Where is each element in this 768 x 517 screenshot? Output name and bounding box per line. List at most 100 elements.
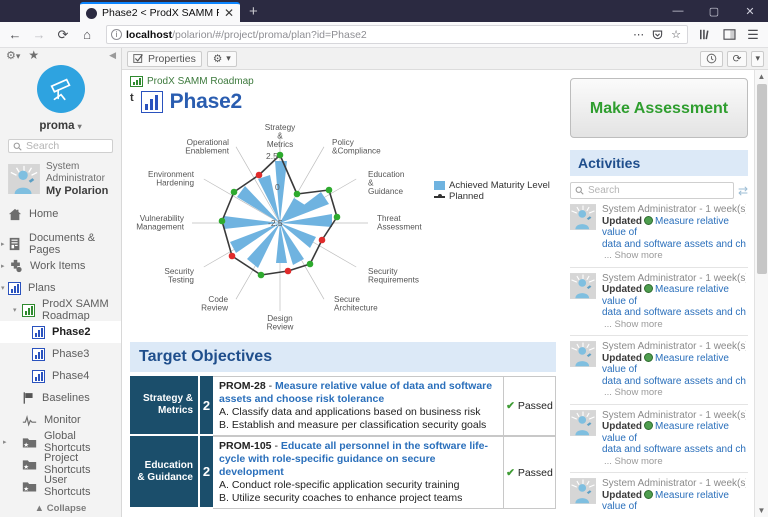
chevron-down-icon[interactable]: ▾ [1, 284, 5, 292]
reload-icon[interactable]: ⟳ [52, 24, 74, 46]
sidebar-item-phase2[interactable]: Phase2 [0, 321, 121, 343]
objective-body: PROM-105 - Educate all personnel in the … [213, 436, 504, 509]
plan-blue-icon [32, 347, 45, 361]
sidebar-collapse-icon[interactable]: ◀ [109, 50, 116, 61]
sidebar-item-project-shortcuts[interactable]: Project Shortcuts [0, 452, 121, 476]
sidebar-item-documents-pages[interactable]: ▸ Documents & Pages [0, 232, 121, 256]
page-scrollbar[interactable]: ▲ ▼ [754, 70, 768, 517]
sidebar-item-home[interactable]: Home [0, 203, 121, 225]
breadcrumb[interactable]: ProdX SAMM Roadmap [130, 76, 556, 87]
sidebar-item-phase3[interactable]: Phase3 [0, 343, 121, 365]
sidebar-collapse-button[interactable]: ▲ Collapse [0, 497, 121, 517]
scroll-up-icon[interactable]: ▲ [758, 70, 766, 83]
activity-body: System Administrator - 1 week(s) ago Upd… [602, 341, 746, 399]
sidebar-item-global-shortcuts[interactable]: ▸ Global Shortcuts [0, 430, 121, 454]
breadcrumb-label[interactable]: ProdX SAMM Roadmap [147, 76, 254, 87]
svg-text:Architecture: Architecture [334, 304, 378, 313]
sidebar-item-label: User Shortcuts [44, 474, 91, 498]
browser-tab[interactable]: Phase2 < ProdX SAMM Roadm ✕ [80, 2, 240, 22]
star-icon[interactable]: ★ [28, 48, 39, 62]
my-polarion-link[interactable]: My Polarion [46, 185, 108, 197]
show-more-link[interactable]: ... Show more [602, 456, 746, 468]
address-bar[interactable]: i localhost/polarion/#/project/proma/pla… [106, 25, 688, 44]
refresh-button[interactable]: ⟳ [726, 50, 748, 67]
back-icon[interactable]: ← [4, 24, 26, 46]
svg-text:Assessment: Assessment [377, 223, 422, 232]
workitem-icon [644, 352, 653, 362]
sidebar-item-label: Monitor [44, 414, 81, 426]
workitem-id[interactable]: PROM-28 [219, 380, 266, 392]
show-more-link[interactable]: ... Show more [602, 319, 746, 331]
search-icon [575, 186, 584, 195]
list-item[interactable]: System Administrator - 1 week(s) ago Upd… [570, 405, 748, 473]
user-block[interactable]: System Administrator My Polarion [0, 153, 121, 203]
svg-text:Hardening: Hardening [156, 179, 194, 188]
refresh-dropdown-button[interactable]: ▾ [751, 50, 764, 67]
close-icon[interactable]: ✕ [224, 7, 234, 19]
plans-icon [8, 281, 21, 295]
table-row[interactable]: Education & Guidance 2 PROM-105 - Educat… [130, 436, 556, 509]
list-item[interactable]: System Administrator - 1 week(s) ago Upd… [570, 473, 748, 517]
sidebar-item-baselines[interactable]: Baselines [0, 387, 121, 409]
flag-icon [22, 391, 35, 405]
history-button[interactable] [699, 50, 723, 67]
show-more-link[interactable]: ... Show more [602, 250, 746, 262]
sidebar-item-monitor[interactable]: Monitor [0, 409, 121, 431]
sidebar-item-plans[interactable]: ▾ Plans [0, 277, 121, 299]
properties-button[interactable]: Properties [127, 50, 202, 67]
url-host: localhost [126, 28, 173, 41]
folder-star-icon [22, 458, 37, 471]
sidebar-item-label: Plans [28, 282, 56, 294]
chevron-right-icon[interactable]: ▸ [1, 240, 5, 248]
title-superscript: t [130, 92, 134, 104]
refresh-icon[interactable]: ⇄ [738, 184, 748, 198]
make-assessment-button[interactable]: Make Assessment [570, 78, 748, 138]
right-rail: Make Assessment Activities Search ⇄ Syst… [564, 70, 754, 517]
bookmark-star-icon[interactable]: ☆ [669, 28, 683, 41]
scroll-down-icon[interactable]: ▼ [758, 504, 766, 517]
gear-icon[interactable]: ⚙▾ [6, 49, 20, 62]
new-tab-button[interactable]: + [249, 3, 258, 20]
sidebar-item-work-items[interactable]: ▸ Work Items [0, 255, 121, 277]
project-name[interactable]: proma ▾ [39, 120, 81, 132]
url-path: /polarion/#/project/proma/plan?id=Phase2 [172, 28, 367, 41]
pocket-icon[interactable] [650, 29, 665, 40]
chevron-right-icon[interactable]: ▸ [3, 438, 7, 446]
window-close-icon[interactable]: ✕ [732, 0, 768, 22]
activities-search-input[interactable]: Search [570, 182, 734, 199]
workitem-id[interactable]: PROM-105 [219, 440, 272, 452]
sidebar-item-user-shortcuts[interactable]: User Shortcuts [0, 474, 121, 498]
settings-menu-button[interactable]: ⚙ ▾ [206, 50, 237, 67]
table-row[interactable]: Strategy & Metrics 2 PROM-28 - Measure r… [130, 376, 556, 436]
activity-item-cont[interactable]: data and software assets and choose ris [602, 444, 746, 456]
list-item[interactable]: System Administrator - 1 week(s) ago Upd… [570, 336, 748, 405]
hamburger-menu-icon[interactable]: ☰ [742, 24, 764, 46]
home-icon[interactable]: ⌂ [76, 24, 98, 46]
sidebar-icon[interactable] [718, 24, 740, 46]
refresh-icon: ⟳ [732, 52, 742, 65]
objective-bullet: B. Establish and measure per classificat… [219, 419, 487, 431]
library-icon[interactable] [694, 24, 716, 46]
chevron-down-icon[interactable]: ▾ [13, 306, 17, 314]
radar-plot: 2.5 0 -2.5 Strategy & Metrics Policy &Co… [130, 118, 430, 336]
minimize-icon[interactable]: — [660, 0, 696, 22]
list-item[interactable]: System Administrator - 1 week(s) ago Upd… [570, 199, 748, 268]
activity-body: System Administrator - 1 week(s) ago Upd… [602, 204, 746, 262]
info-icon[interactable]: i [111, 29, 122, 40]
sidebar-item-label: Home [29, 208, 59, 220]
maximize-icon[interactable]: ▢ [696, 0, 732, 22]
forward-icon[interactable]: → [28, 24, 50, 46]
check-icon: ✔ [506, 400, 515, 412]
sidebar-item-phase4[interactable]: Phase4 [0, 365, 121, 387]
show-more-link[interactable]: ... Show more [602, 387, 746, 399]
sidebar-search-input[interactable]: Search [8, 139, 113, 153]
activity-item-cont[interactable]: data and software assets and choose ris [602, 376, 746, 388]
sidebar-item-prodx-samm-roadmap[interactable]: ▾ ProdX SAMM Roadmap [0, 298, 121, 322]
page-actions-icon[interactable]: ⋯ [631, 28, 646, 41]
list-item[interactable]: System Administrator - 1 week(s) ago Upd… [570, 268, 748, 336]
activity-item-cont[interactable]: data and software assets and choose ris [602, 239, 746, 251]
scrollbar-thumb[interactable] [757, 84, 767, 274]
chevron-right-icon[interactable]: ▸ [1, 262, 5, 270]
activity-item-cont[interactable]: data and software assets and choose ris [602, 307, 746, 319]
browser-window: Phase2 < ProdX SAMM Roadm ✕ + — ▢ ✕ ← → … [0, 0, 768, 517]
